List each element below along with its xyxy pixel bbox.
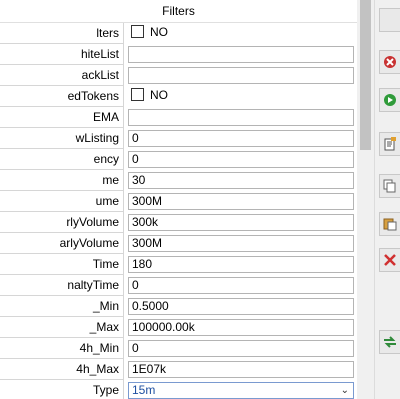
checkbox-label: NO bbox=[150, 25, 168, 39]
row-label: lters bbox=[96, 26, 119, 40]
row-label: 4h_Min bbox=[79, 341, 119, 355]
text-value-field[interactable]: 0.5000 bbox=[128, 298, 354, 315]
row-early-volume: rlyVolume 300k bbox=[0, 212, 357, 233]
paste-button[interactable] bbox=[379, 212, 400, 236]
row-type: Type 15m ⌄ bbox=[0, 380, 357, 399]
checkbox-value[interactable]: NO bbox=[128, 25, 354, 42]
filters-property-grid: Filters lters NO hiteList ackList edToke… bbox=[0, 0, 357, 399]
copy-icon bbox=[383, 179, 396, 193]
remove-red-icon bbox=[384, 56, 396, 68]
row-label: wListing bbox=[75, 131, 119, 145]
row-max: _Max 100000.00k bbox=[0, 317, 357, 338]
row-label: rlyVolume bbox=[66, 215, 119, 229]
row-label: ackList bbox=[81, 68, 119, 82]
row-label: ency bbox=[93, 152, 119, 166]
text-value-field[interactable]: 180 bbox=[128, 256, 354, 273]
text-value-field[interactable]: 0 bbox=[128, 151, 354, 168]
row-4h-min: 4h_Min 0 bbox=[0, 338, 357, 359]
paste-icon bbox=[383, 218, 397, 231]
chevron-down-icon[interactable]: ⌄ bbox=[341, 383, 349, 398]
text-value-field[interactable]: 300M bbox=[128, 193, 354, 210]
blank-button[interactable] bbox=[379, 8, 400, 32]
checkbox-box[interactable] bbox=[131, 25, 144, 38]
row-label: Time bbox=[92, 257, 119, 271]
play-green-icon bbox=[384, 94, 396, 106]
text-value-field[interactable]: 100000.00k bbox=[128, 319, 354, 336]
text-value-field[interactable]: 0 bbox=[128, 130, 354, 147]
edit-button[interactable] bbox=[379, 132, 400, 156]
vertical-scrollbar[interactable] bbox=[357, 0, 374, 399]
type-select-value: 15m bbox=[132, 383, 156, 397]
side-toolbar bbox=[374, 0, 400, 399]
start-button[interactable] bbox=[379, 88, 400, 112]
row-time: me 30 bbox=[0, 170, 357, 191]
row-min: _Min 0.5000 bbox=[0, 296, 357, 317]
checkbox-box[interactable] bbox=[131, 88, 144, 101]
text-value-field[interactable] bbox=[128, 46, 354, 63]
text-value-field[interactable]: 300M bbox=[128, 235, 354, 252]
checkbox-label: NO bbox=[150, 88, 168, 102]
row-label: _Min bbox=[92, 299, 119, 313]
row-blacklist: ackList bbox=[0, 65, 357, 86]
row-tokens: edTokens NO bbox=[0, 86, 357, 107]
row-ency: ency 0 bbox=[0, 149, 357, 170]
copy-button[interactable] bbox=[379, 174, 400, 198]
row-label: _Max bbox=[89, 320, 119, 334]
remove-button[interactable] bbox=[379, 50, 400, 74]
text-value-field[interactable]: 0 bbox=[128, 340, 354, 357]
text-value-field[interactable]: 300k bbox=[128, 214, 354, 231]
delete-x-icon bbox=[384, 254, 396, 266]
delete-button[interactable] bbox=[379, 248, 400, 272]
text-value-field[interactable] bbox=[128, 109, 354, 126]
row-penalty-time: naltyTime 0 bbox=[0, 275, 357, 296]
grid-header-title: Filters bbox=[0, 0, 357, 23]
text-value-field[interactable]: 0 bbox=[128, 277, 354, 294]
edit-note-icon bbox=[384, 137, 396, 151]
scrollbar-thumb[interactable] bbox=[360, 0, 371, 150]
row-early-volume-2: arlyVolume 300M bbox=[0, 233, 357, 254]
row-time-2: Time 180 bbox=[0, 254, 357, 275]
row-label: Type bbox=[92, 383, 119, 397]
row-volume: ume 300M bbox=[0, 191, 357, 212]
type-select[interactable]: 15m ⌄ bbox=[128, 382, 354, 399]
swap-button[interactable] bbox=[379, 330, 400, 354]
checkbox-value[interactable]: NO bbox=[128, 88, 354, 105]
row-listing: wListing 0 bbox=[0, 128, 357, 149]
row-label: naltyTime bbox=[67, 278, 119, 292]
row-label: arlyVolume bbox=[59, 236, 119, 250]
row-label: EMA bbox=[92, 110, 119, 124]
row-label: edTokens bbox=[67, 89, 119, 103]
text-value-field[interactable]: 30 bbox=[128, 172, 354, 189]
row-ema: EMA bbox=[0, 107, 357, 128]
row-whitelist: hiteList bbox=[0, 44, 357, 65]
text-value-field[interactable]: 1E07k bbox=[128, 361, 354, 378]
row-label: me bbox=[102, 173, 119, 187]
row-4h-max: 4h_Max 1E07k bbox=[0, 359, 357, 380]
row-label: 4h_Max bbox=[76, 362, 119, 376]
text-value-field[interactable] bbox=[128, 67, 354, 84]
swap-green-icon bbox=[384, 336, 396, 348]
row-label: hiteList bbox=[80, 47, 119, 61]
row-label: ume bbox=[95, 194, 119, 208]
row-filters: lters NO bbox=[0, 23, 357, 44]
